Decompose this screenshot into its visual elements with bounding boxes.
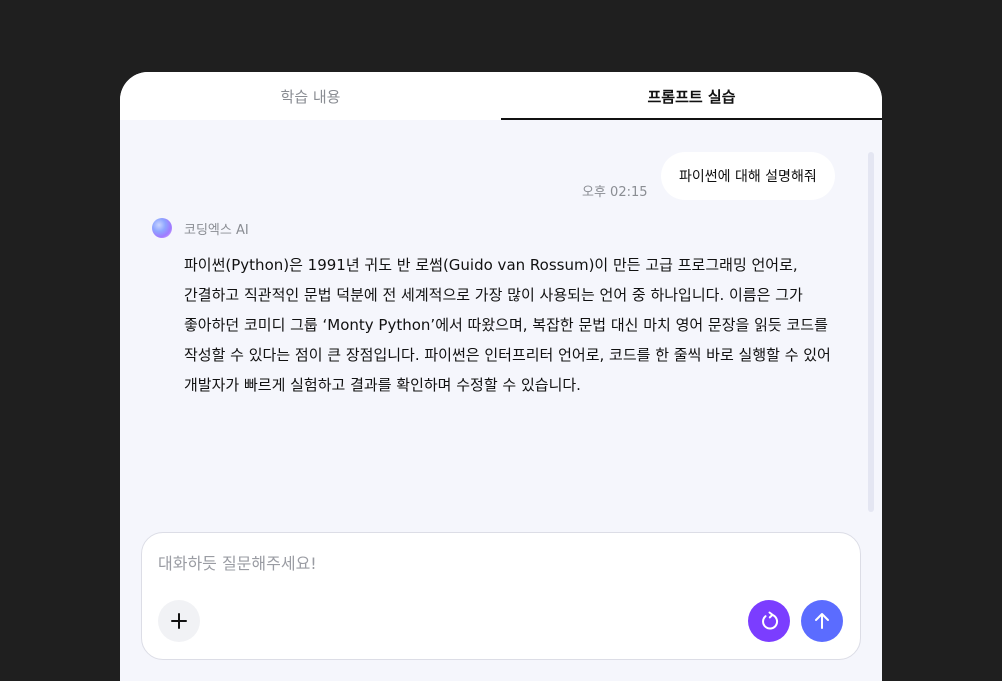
chat-panel: 학습 내용 프롬프트 실습 오후 02:15 파이썬에 대해 설명해줘 코딩엑스… [120,72,882,681]
ai-sender-name: 코딩엑스 AI [184,222,249,238]
message-input[interactable] [158,551,838,575]
tab-learning-content[interactable]: 학습 내용 [120,72,501,120]
plus-icon [171,613,187,629]
message-timestamp: 오후 02:15 [582,185,648,200]
tab-label: 학습 내용 [280,87,341,106]
ai-message-text: 파이썬(Python)은 1991년 귀도 반 로썸(Guido van Ros… [184,256,831,394]
chat-scrollbar[interactable] [868,152,874,512]
arrow-up-icon [815,613,829,629]
refresh-icon [762,611,779,630]
tab-bar: 학습 내용 프롬프트 실습 [120,72,882,120]
ai-avatar [152,218,172,238]
message-composer [141,532,861,660]
user-message-text: 파이썬에 대해 설명해줘 [679,169,817,185]
tab-label: 프롬프트 실습 [647,87,736,106]
send-button[interactable] [801,600,843,642]
user-message-bubble: 파이썬에 대해 설명해줘 [661,152,835,200]
add-button[interactable] [158,600,200,642]
refresh-button[interactable] [748,600,790,642]
ai-message-header: 코딩엑스 AI [152,218,249,238]
tab-prompt-practice[interactable]: 프롬프트 실습 [501,72,882,120]
